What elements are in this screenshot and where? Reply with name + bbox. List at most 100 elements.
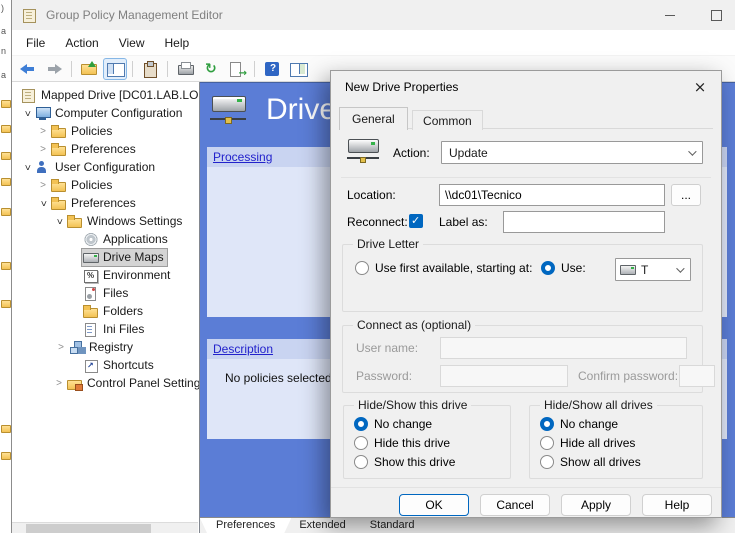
menu-action[interactable]: Action [55,32,108,54]
tree-item-environment[interactable]: Environment [12,266,199,284]
location-label: Location: [347,188,396,202]
chevron-closed-icon[interactable] [54,342,68,353]
chevron-open-icon[interactable] [36,198,50,209]
menu-view[interactable]: View [109,32,155,54]
ok-button[interactable]: OK [399,494,469,516]
use-option[interactable]: Use: [541,261,586,275]
radio-hide-this-drive[interactable] [354,436,368,450]
background-text-fragment: n [1,46,6,56]
tree-item-windows-settings[interactable]: Windows Settings [12,212,199,230]
print-button[interactable] [173,58,197,80]
tree-item-policies-user[interactable]: Policies [12,176,199,194]
tree-item-user-configuration[interactable]: User Configuration [12,158,199,176]
drive-icon [210,94,250,126]
drive-letter-select[interactable]: T [615,258,691,281]
drive-letter-group-title: Drive Letter [353,237,423,251]
browse-button[interactable]: ... [671,184,701,206]
radio-use-first-available[interactable] [355,261,369,275]
chevron-open-icon[interactable] [20,162,34,173]
menu-help[interactable]: Help [155,32,200,54]
tree-item-preferences-user[interactable]: Preferences [12,194,199,212]
tab-extended[interactable]: Extended [283,518,361,533]
user-name-label: User name: [356,341,418,355]
tab-common[interactable]: Common [412,110,483,130]
drive-letter-group: Drive Letter Use first available, starti… [342,244,703,312]
show-action-pane-button[interactable] [286,58,310,80]
window-title: Group Policy Management Editor [46,8,223,22]
horizontal-scrollbar[interactable] [12,522,198,533]
tree-item-mapped-drive[interactable]: Mapped Drive [DC01.LAB.LOCA [12,86,199,104]
maximize-button[interactable] [693,0,735,30]
control-panel-folder-icon [67,376,83,391]
refresh-button[interactable] [199,58,223,80]
use-first-available-option[interactable]: Use first available, starting at: [355,261,532,275]
tab-preferences[interactable]: Preferences [200,518,291,533]
environment-icon [83,268,99,283]
tree-item-control-panel-settings[interactable]: Control Panel Setting [12,374,199,392]
tab-standard[interactable]: Standard [354,518,431,533]
tree-item-applications[interactable]: Applications [12,230,199,248]
scrollbar-thumb[interactable] [26,524,151,533]
tree-item-preferences-computer[interactable]: Preferences [12,140,199,158]
all-no-change-option[interactable]: No change [540,417,618,431]
processing-link[interactable]: Processing [213,150,272,164]
location-input[interactable] [439,184,665,206]
export-list-button[interactable] [225,58,249,80]
up-one-level-button[interactable] [77,58,101,80]
help-button[interactable] [260,58,284,80]
user-icon [35,160,51,175]
dialog-button-row: OK Cancel Apply Help [331,494,712,516]
cancel-button[interactable]: Cancel [480,494,550,516]
properties-button[interactable] [138,58,162,80]
chevron-open-icon[interactable] [20,108,34,119]
label-as-label: Label as: [439,215,488,229]
tree-item-registry[interactable]: Registry [12,338,199,356]
folder-icon [1,178,11,186]
menu-file[interactable]: File [16,32,55,54]
action-label: Action: [393,146,430,160]
separator [341,177,711,178]
tree-item-ini-files[interactable]: Ini Files [12,320,199,338]
close-icon[interactable]: × [685,75,715,99]
this-no-change-option[interactable]: No change [354,417,432,431]
show-console-tree-button[interactable] [103,58,127,80]
radio-show-all-drives[interactable] [540,455,554,469]
description-link[interactable]: Description [213,342,273,356]
radio-all-no-change[interactable] [540,417,554,431]
tree-item-policies-computer[interactable]: Policies [12,122,199,140]
export-list-icon [228,61,246,77]
apply-button[interactable]: Apply [561,494,631,516]
chevron-closed-icon[interactable] [52,378,66,389]
chevron-closed-icon[interactable] [36,126,50,137]
tree-item-files[interactable]: Files [12,284,199,302]
action-select[interactable]: Update [441,141,703,164]
background-window-strip: ) a n a [0,0,12,533]
show-all-drives-option[interactable]: Show all drives [540,455,641,469]
chevron-closed-icon[interactable] [36,180,50,191]
show-this-drive-option[interactable]: Show this drive [354,455,455,469]
radio-hide-all-drives[interactable] [540,436,554,450]
reconnect-checkbox[interactable] [409,214,423,228]
tree-item-computer-configuration[interactable]: Computer Configuration [12,104,199,122]
tree-item-folders[interactable]: Folders [12,302,199,320]
hide-all-drives-option[interactable]: Hide all drives [540,436,635,450]
app-icon [22,8,38,23]
chevron-closed-icon[interactable] [36,144,50,155]
help-icon [263,61,281,77]
chevron-open-icon[interactable] [52,216,66,227]
label-as-input[interactable] [503,211,665,233]
tree-item-drive-maps[interactable]: Drive Maps [12,248,199,266]
files-icon [83,286,99,301]
forward-button[interactable] [42,58,66,80]
tree-item-shortcuts[interactable]: Shortcuts [12,356,199,374]
back-button[interactable] [16,58,40,80]
hide-this-drive-option[interactable]: Hide this drive [354,436,450,450]
radio-this-no-change[interactable] [354,417,368,431]
folder-icon [51,124,67,139]
tab-general[interactable]: General [339,107,408,130]
radio-use[interactable] [541,261,555,275]
radio-show-this-drive[interactable] [354,455,368,469]
help-button[interactable]: Help [642,494,712,516]
minimize-button[interactable] [647,0,693,30]
password-input [440,365,568,387]
